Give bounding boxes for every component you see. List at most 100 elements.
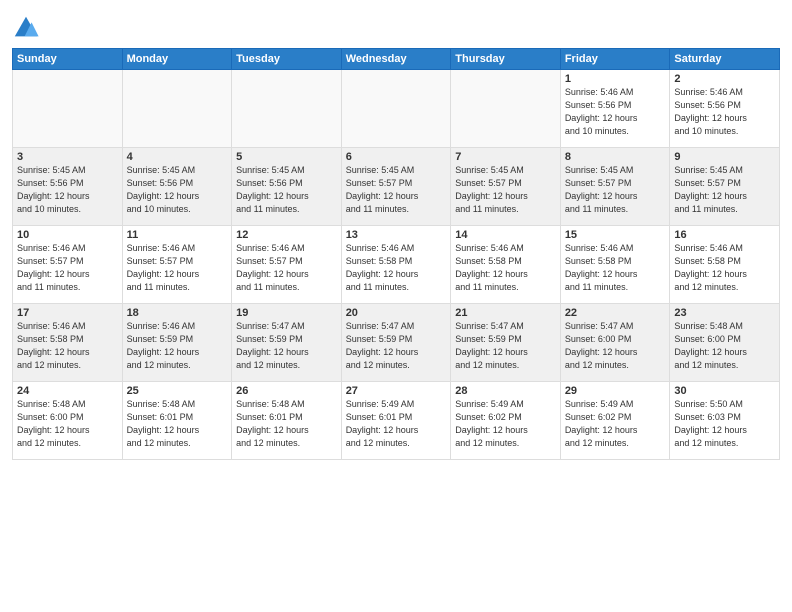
calendar-cell	[451, 70, 561, 148]
day-number: 6	[346, 151, 447, 163]
calendar-cell: 28Sunrise: 5:49 AM Sunset: 6:02 PM Dayli…	[451, 382, 561, 460]
day-info: Sunrise: 5:46 AM Sunset: 5:58 PM Dayligh…	[17, 320, 118, 372]
calendar-table: SundayMondayTuesdayWednesdayThursdayFrid…	[12, 48, 780, 460]
day-number: 20	[346, 307, 447, 319]
day-number: 15	[565, 229, 666, 241]
day-number: 1	[565, 73, 666, 85]
calendar-header-tuesday: Tuesday	[232, 49, 342, 70]
day-info: Sunrise: 5:45 AM Sunset: 5:57 PM Dayligh…	[346, 164, 447, 216]
calendar-cell	[122, 70, 232, 148]
day-number: 11	[127, 229, 228, 241]
day-number: 4	[127, 151, 228, 163]
calendar-header-sunday: Sunday	[13, 49, 123, 70]
day-info: Sunrise: 5:45 AM Sunset: 5:56 PM Dayligh…	[236, 164, 337, 216]
calendar-cell: 16Sunrise: 5:46 AM Sunset: 5:58 PM Dayli…	[670, 226, 780, 304]
day-info: Sunrise: 5:46 AM Sunset: 5:57 PM Dayligh…	[127, 242, 228, 294]
day-info: Sunrise: 5:48 AM Sunset: 6:01 PM Dayligh…	[236, 398, 337, 450]
logo	[12, 14, 44, 42]
calendar-week-0: 1Sunrise: 5:46 AM Sunset: 5:56 PM Daylig…	[13, 70, 780, 148]
calendar-cell: 27Sunrise: 5:49 AM Sunset: 6:01 PM Dayli…	[341, 382, 451, 460]
day-info: Sunrise: 5:46 AM Sunset: 5:58 PM Dayligh…	[346, 242, 447, 294]
day-number: 26	[236, 385, 337, 397]
day-number: 25	[127, 385, 228, 397]
calendar-cell: 20Sunrise: 5:47 AM Sunset: 5:59 PM Dayli…	[341, 304, 451, 382]
calendar-week-4: 24Sunrise: 5:48 AM Sunset: 6:00 PM Dayli…	[13, 382, 780, 460]
calendar-week-2: 10Sunrise: 5:46 AM Sunset: 5:57 PM Dayli…	[13, 226, 780, 304]
day-number: 7	[455, 151, 556, 163]
day-number: 17	[17, 307, 118, 319]
calendar-cell	[13, 70, 123, 148]
calendar-cell: 19Sunrise: 5:47 AM Sunset: 5:59 PM Dayli…	[232, 304, 342, 382]
calendar-cell: 9Sunrise: 5:45 AM Sunset: 5:57 PM Daylig…	[670, 148, 780, 226]
calendar-cell	[341, 70, 451, 148]
day-info: Sunrise: 5:47 AM Sunset: 5:59 PM Dayligh…	[455, 320, 556, 372]
day-number: 16	[674, 229, 775, 241]
day-number: 23	[674, 307, 775, 319]
day-number: 27	[346, 385, 447, 397]
day-number: 19	[236, 307, 337, 319]
day-info: Sunrise: 5:45 AM Sunset: 5:56 PM Dayligh…	[127, 164, 228, 216]
calendar-week-1: 3Sunrise: 5:45 AM Sunset: 5:56 PM Daylig…	[13, 148, 780, 226]
day-info: Sunrise: 5:46 AM Sunset: 5:56 PM Dayligh…	[674, 86, 775, 138]
day-info: Sunrise: 5:50 AM Sunset: 6:03 PM Dayligh…	[674, 398, 775, 450]
day-info: Sunrise: 5:48 AM Sunset: 6:01 PM Dayligh…	[127, 398, 228, 450]
calendar-cell: 1Sunrise: 5:46 AM Sunset: 5:56 PM Daylig…	[560, 70, 670, 148]
calendar-cell: 22Sunrise: 5:47 AM Sunset: 6:00 PM Dayli…	[560, 304, 670, 382]
day-number: 8	[565, 151, 666, 163]
calendar-cell: 13Sunrise: 5:46 AM Sunset: 5:58 PM Dayli…	[341, 226, 451, 304]
day-info: Sunrise: 5:46 AM Sunset: 5:59 PM Dayligh…	[127, 320, 228, 372]
header	[12, 10, 780, 42]
calendar-cell: 18Sunrise: 5:46 AM Sunset: 5:59 PM Dayli…	[122, 304, 232, 382]
calendar-cell: 5Sunrise: 5:45 AM Sunset: 5:56 PM Daylig…	[232, 148, 342, 226]
calendar-header-monday: Monday	[122, 49, 232, 70]
logo-icon	[12, 14, 40, 42]
calendar-week-3: 17Sunrise: 5:46 AM Sunset: 5:58 PM Dayli…	[13, 304, 780, 382]
day-number: 18	[127, 307, 228, 319]
day-info: Sunrise: 5:48 AM Sunset: 6:00 PM Dayligh…	[674, 320, 775, 372]
day-info: Sunrise: 5:47 AM Sunset: 5:59 PM Dayligh…	[236, 320, 337, 372]
day-number: 9	[674, 151, 775, 163]
day-info: Sunrise: 5:45 AM Sunset: 5:56 PM Dayligh…	[17, 164, 118, 216]
calendar-header-wednesday: Wednesday	[341, 49, 451, 70]
day-info: Sunrise: 5:49 AM Sunset: 6:02 PM Dayligh…	[565, 398, 666, 450]
calendar-cell: 17Sunrise: 5:46 AM Sunset: 5:58 PM Dayli…	[13, 304, 123, 382]
calendar-cell: 4Sunrise: 5:45 AM Sunset: 5:56 PM Daylig…	[122, 148, 232, 226]
calendar-cell: 14Sunrise: 5:46 AM Sunset: 5:58 PM Dayli…	[451, 226, 561, 304]
day-info: Sunrise: 5:48 AM Sunset: 6:00 PM Dayligh…	[17, 398, 118, 450]
day-number: 3	[17, 151, 118, 163]
day-info: Sunrise: 5:46 AM Sunset: 5:56 PM Dayligh…	[565, 86, 666, 138]
day-number: 29	[565, 385, 666, 397]
page: SundayMondayTuesdayWednesdayThursdayFrid…	[0, 0, 792, 612]
calendar-cell	[232, 70, 342, 148]
day-info: Sunrise: 5:46 AM Sunset: 5:58 PM Dayligh…	[674, 242, 775, 294]
day-info: Sunrise: 5:45 AM Sunset: 5:57 PM Dayligh…	[674, 164, 775, 216]
calendar-cell: 8Sunrise: 5:45 AM Sunset: 5:57 PM Daylig…	[560, 148, 670, 226]
day-number: 5	[236, 151, 337, 163]
day-number: 30	[674, 385, 775, 397]
calendar-cell: 29Sunrise: 5:49 AM Sunset: 6:02 PM Dayli…	[560, 382, 670, 460]
day-info: Sunrise: 5:46 AM Sunset: 5:57 PM Dayligh…	[236, 242, 337, 294]
calendar-header-row: SundayMondayTuesdayWednesdayThursdayFrid…	[13, 49, 780, 70]
day-number: 13	[346, 229, 447, 241]
calendar-header-saturday: Saturday	[670, 49, 780, 70]
calendar-cell: 6Sunrise: 5:45 AM Sunset: 5:57 PM Daylig…	[341, 148, 451, 226]
calendar-cell: 2Sunrise: 5:46 AM Sunset: 5:56 PM Daylig…	[670, 70, 780, 148]
day-info: Sunrise: 5:47 AM Sunset: 5:59 PM Dayligh…	[346, 320, 447, 372]
day-number: 28	[455, 385, 556, 397]
day-info: Sunrise: 5:47 AM Sunset: 6:00 PM Dayligh…	[565, 320, 666, 372]
day-info: Sunrise: 5:45 AM Sunset: 5:57 PM Dayligh…	[565, 164, 666, 216]
calendar-cell: 10Sunrise: 5:46 AM Sunset: 5:57 PM Dayli…	[13, 226, 123, 304]
calendar-header-friday: Friday	[560, 49, 670, 70]
day-number: 10	[17, 229, 118, 241]
calendar-cell: 25Sunrise: 5:48 AM Sunset: 6:01 PM Dayli…	[122, 382, 232, 460]
calendar-cell: 3Sunrise: 5:45 AM Sunset: 5:56 PM Daylig…	[13, 148, 123, 226]
day-info: Sunrise: 5:49 AM Sunset: 6:02 PM Dayligh…	[455, 398, 556, 450]
day-number: 12	[236, 229, 337, 241]
calendar-header-thursday: Thursday	[451, 49, 561, 70]
day-number: 14	[455, 229, 556, 241]
day-info: Sunrise: 5:46 AM Sunset: 5:58 PM Dayligh…	[565, 242, 666, 294]
day-info: Sunrise: 5:45 AM Sunset: 5:57 PM Dayligh…	[455, 164, 556, 216]
calendar-cell: 30Sunrise: 5:50 AM Sunset: 6:03 PM Dayli…	[670, 382, 780, 460]
day-number: 2	[674, 73, 775, 85]
day-info: Sunrise: 5:46 AM Sunset: 5:57 PM Dayligh…	[17, 242, 118, 294]
